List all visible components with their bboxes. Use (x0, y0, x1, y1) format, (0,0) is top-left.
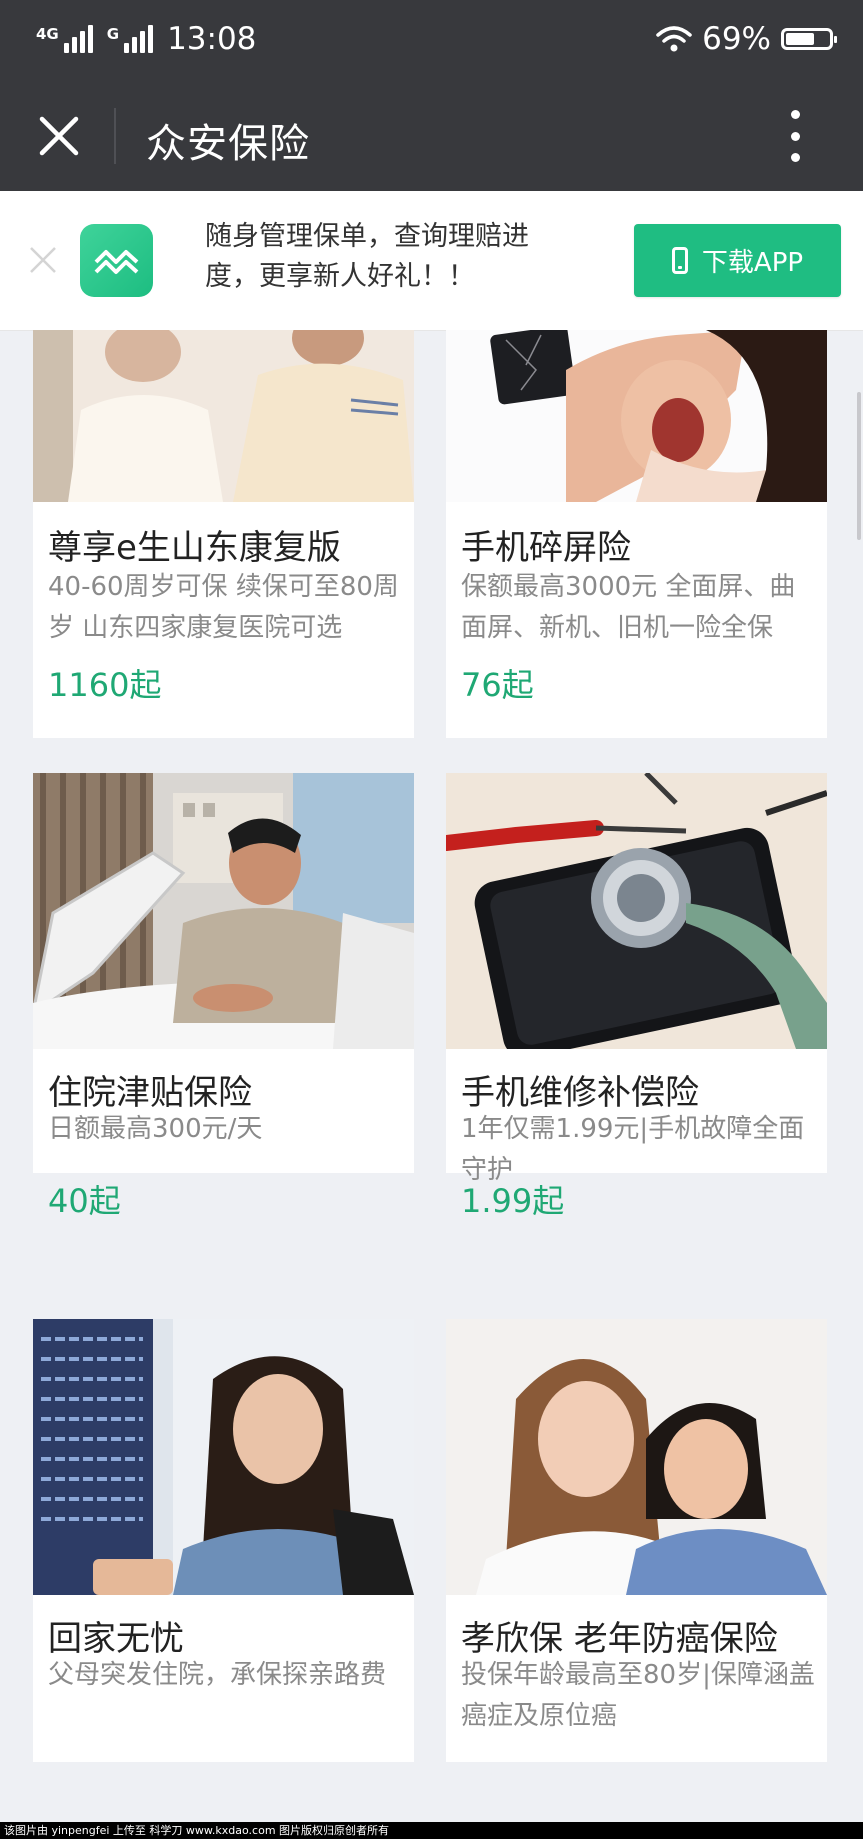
nav-bar: 众安保险 (0, 78, 863, 191)
nav-divider (114, 108, 116, 164)
product-desc: 保额最高3000元 全面屏、曲面屏、新机、旧机一险全保 (461, 572, 796, 643)
product-title: 住院津贴保险 (48, 1073, 252, 1113)
product-title: 回家无忧 (48, 1619, 184, 1659)
download-app-label: 下载APP (701, 248, 804, 278)
product-card[interactable]: 尊享e生山东康复版 40-60周岁可保 续保可至80周岁 山东四家康复医院可选 … (33, 330, 414, 738)
product-price: 1.99起 (461, 1182, 565, 1220)
banner-text: 随身管理保单，查询理赔进度，更享新人好礼！！ (205, 221, 529, 292)
wifi-icon (656, 26, 692, 52)
product-title: 手机碎屏险 (461, 528, 631, 568)
app-logo-mark-icon (94, 250, 139, 274)
product-desc: 投保年龄最高至80岁|保障涵盖癌症及原位癌 (461, 1660, 815, 1731)
product-image (33, 330, 414, 502)
phone-icon (671, 247, 688, 274)
battery-percent: 69% (702, 21, 771, 57)
product-image (446, 330, 827, 502)
product-price: 40起 (48, 1182, 121, 1220)
banner-close-icon[interactable] (28, 245, 58, 275)
product-grid: 尊享e生山东康复版 40-60周岁可保 续保可至80周岁 山东四家康复医院可选 … (0, 330, 863, 1762)
scrollbar-thumb[interactable] (857, 392, 861, 540)
signal-4g-icon: 4G (36, 25, 93, 53)
battery-fill (786, 33, 814, 45)
product-image (33, 1319, 414, 1595)
product-image (446, 773, 827, 1049)
signal-g-icon: G (107, 25, 154, 53)
product-card[interactable]: 住院津贴保险 日额最高300元/天 40起 (33, 773, 414, 1220)
bottom-bar (0, 1762, 863, 1822)
product-card[interactable]: 孝欣保 老年防癌保险 投保年龄最高至80岁|保障涵盖癌症及原位癌 (446, 1319, 827, 1762)
app-download-banner: 随身管理保单，查询理赔进度，更享新人好礼！！ 下载APP (0, 191, 863, 331)
product-price: 76起 (461, 666, 534, 704)
app-logo (80, 224, 153, 297)
status-bar: 4G G 13:08 69% (0, 0, 863, 78)
page-title: 众安保险 (146, 121, 310, 167)
battery-icon (781, 28, 837, 50)
close-icon[interactable] (36, 113, 82, 159)
product-card[interactable]: 手机碎屏险 保额最高3000元 全面屏、曲面屏、新机、旧机一险全保 76起 (446, 330, 827, 738)
product-desc: 父母突发住院，承保探亲路费 (48, 1660, 387, 1690)
status-time: 13:08 (167, 21, 257, 57)
product-title: 孝欣保 老年防癌保险 (461, 1619, 778, 1659)
more-menu-icon[interactable] (780, 110, 810, 162)
product-desc: 40-60周岁可保 续保可至80周岁 山东四家康复医院可选 (48, 572, 399, 643)
product-image (33, 773, 414, 1049)
product-card[interactable]: 回家无忧 父母突发住院，承保探亲路费 (33, 1319, 414, 1762)
product-card[interactable]: 手机维修补偿险 1年仅需1.99元|手机故障全面守护 1.99起 (446, 773, 827, 1220)
product-price: 1160起 (48, 666, 162, 704)
status-right: 69% (656, 18, 837, 60)
status-left: 4G G 13:08 (36, 18, 256, 60)
download-app-button[interactable]: 下载APP (634, 224, 841, 297)
product-desc: 日额最高300元/天 (48, 1114, 263, 1144)
product-title: 手机维修补偿险 (461, 1073, 699, 1113)
product-image (446, 1319, 827, 1595)
watermark-footer: 该图片由 yinpengfei 上传至 科学刀 www.kxdao.com 图片… (0, 1822, 863, 1839)
product-title: 尊享e生山东康复版 (48, 528, 341, 568)
